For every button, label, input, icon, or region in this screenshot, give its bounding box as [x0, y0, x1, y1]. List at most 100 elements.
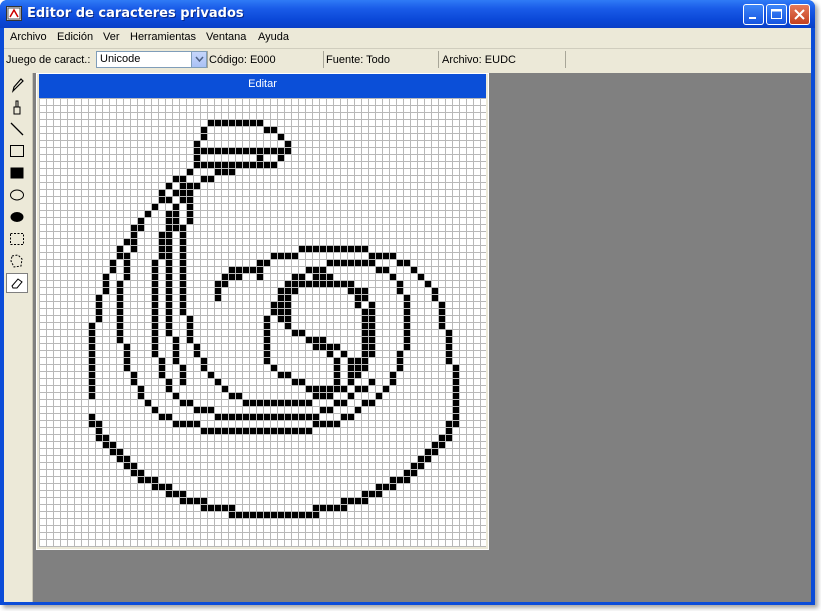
glyph-pixel[interactable] [214, 147, 221, 154]
glyph-pixel[interactable] [179, 280, 186, 287]
glyph-grid-canvas[interactable] [39, 98, 486, 547]
glyph-pixel[interactable] [214, 280, 221, 287]
glyph-pixel[interactable] [130, 462, 137, 469]
glyph-pixel[interactable] [305, 266, 312, 273]
glyph-pixel[interactable] [242, 147, 249, 154]
glyph-pixel[interactable] [452, 392, 459, 399]
glyph-pixel[interactable] [340, 497, 347, 504]
glyph-pixel[interactable] [116, 336, 123, 343]
glyph-pixel[interactable] [249, 119, 256, 126]
glyph-pixel[interactable] [242, 511, 249, 518]
glyph-pixel[interactable] [326, 343, 333, 350]
glyph-pixel[interactable] [354, 287, 361, 294]
glyph-pixel[interactable] [403, 308, 410, 315]
menu-ayuda[interactable]: Ayuda [258, 31, 289, 43]
glyph-pixel[interactable] [319, 280, 326, 287]
glyph-pixel[interactable] [200, 175, 207, 182]
glyph-pixel[interactable] [172, 224, 179, 231]
glyph-pixel[interactable] [445, 343, 452, 350]
glyph-pixel[interactable] [165, 182, 172, 189]
glyph-pixel[interactable] [361, 350, 368, 357]
glyph-pixel[interactable] [424, 455, 431, 462]
menu-ventana[interactable]: Ventana [206, 31, 246, 43]
glyph-pixel[interactable] [277, 371, 284, 378]
glyph-pixel[interactable] [326, 385, 333, 392]
glyph-pixel[interactable] [333, 343, 340, 350]
glyph-pixel[interactable] [214, 287, 221, 294]
glyph-pixel[interactable] [361, 385, 368, 392]
glyph-pixel[interactable] [333, 385, 340, 392]
glyph-pixel[interactable] [158, 245, 165, 252]
glyph-pixel[interactable] [165, 280, 172, 287]
glyph-pixel[interactable] [193, 161, 200, 168]
glyph-pixel[interactable] [151, 273, 158, 280]
glyph-pixel[interactable] [137, 224, 144, 231]
glyph-pixel[interactable] [368, 259, 375, 266]
glyph-pixel[interactable] [256, 413, 263, 420]
glyph-pixel[interactable] [214, 378, 221, 385]
glyph-pixel[interactable] [298, 273, 305, 280]
glyph-pixel[interactable] [347, 364, 354, 371]
glyph-pixel[interactable] [368, 336, 375, 343]
glyph-pixel[interactable] [312, 266, 319, 273]
glyph-pixel[interactable] [361, 357, 368, 364]
glyph-pixel[interactable] [396, 364, 403, 371]
glyph-pixel[interactable] [137, 217, 144, 224]
glyph-pixel[interactable] [347, 378, 354, 385]
glyph-pixel[interactable] [158, 189, 165, 196]
glyph-pixel[interactable] [312, 392, 319, 399]
menu-herramientas[interactable]: Herramientas [130, 31, 196, 43]
glyph-pixel[interactable] [368, 308, 375, 315]
glyph-pixel[interactable] [165, 273, 172, 280]
glyph-pixel[interactable] [340, 350, 347, 357]
filled-ellipse-tool[interactable] [6, 207, 28, 227]
glyph-pixel[interactable] [123, 455, 130, 462]
glyph-pixel[interactable] [214, 161, 221, 168]
glyph-pixel[interactable] [207, 406, 214, 413]
glyph-pixel[interactable] [284, 294, 291, 301]
glyph-pixel[interactable] [88, 413, 95, 420]
freeform-selection-tool[interactable] [6, 251, 28, 271]
glyph-pixel[interactable] [431, 294, 438, 301]
glyph-pixel[interactable] [158, 231, 165, 238]
glyph-pixel[interactable] [445, 329, 452, 336]
glyph-pixel[interactable] [445, 336, 452, 343]
glyph-pixel[interactable] [102, 287, 109, 294]
glyph-pixel[interactable] [193, 343, 200, 350]
glyph-pixel[interactable] [354, 406, 361, 413]
glyph-pixel[interactable] [165, 385, 172, 392]
glyph-pixel[interactable] [214, 504, 221, 511]
glyph-pixel[interactable] [263, 161, 270, 168]
glyph-pixel[interactable] [375, 252, 382, 259]
glyph-pixel[interactable] [354, 259, 361, 266]
glyph-pixel[interactable] [102, 273, 109, 280]
glyph-pixel[interactable] [172, 490, 179, 497]
glyph-pixel[interactable] [340, 245, 347, 252]
glyph-pixel[interactable] [151, 350, 158, 357]
glyph-pixel[interactable] [312, 511, 319, 518]
glyph-pixel[interactable] [123, 343, 130, 350]
glyph-pixel[interactable] [361, 315, 368, 322]
glyph-pixel[interactable] [347, 392, 354, 399]
glyph-pixel[interactable] [116, 308, 123, 315]
glyph-pixel[interactable] [326, 245, 333, 252]
glyph-pixel[interactable] [417, 462, 424, 469]
glyph-pixel[interactable] [186, 217, 193, 224]
glyph-pixel[interactable] [165, 224, 172, 231]
glyph-pixel[interactable] [438, 315, 445, 322]
glyph-pixel[interactable] [452, 406, 459, 413]
glyph-pixel[interactable] [207, 504, 214, 511]
glyph-pixel[interactable] [88, 378, 95, 385]
glyph-pixel[interactable] [242, 399, 249, 406]
glyph-pixel[interactable] [151, 301, 158, 308]
glyph-pixel[interactable] [340, 504, 347, 511]
glyph-pixel[interactable] [263, 511, 270, 518]
glyph-pixel[interactable] [319, 504, 326, 511]
glyph-pixel[interactable] [151, 343, 158, 350]
glyph-pixel[interactable] [214, 119, 221, 126]
glyph-pixel[interactable] [249, 511, 256, 518]
glyph-pixel[interactable] [284, 287, 291, 294]
glyph-pixel[interactable] [438, 308, 445, 315]
glyph-pixel[interactable] [88, 357, 95, 364]
glyph-pixel[interactable] [256, 266, 263, 273]
